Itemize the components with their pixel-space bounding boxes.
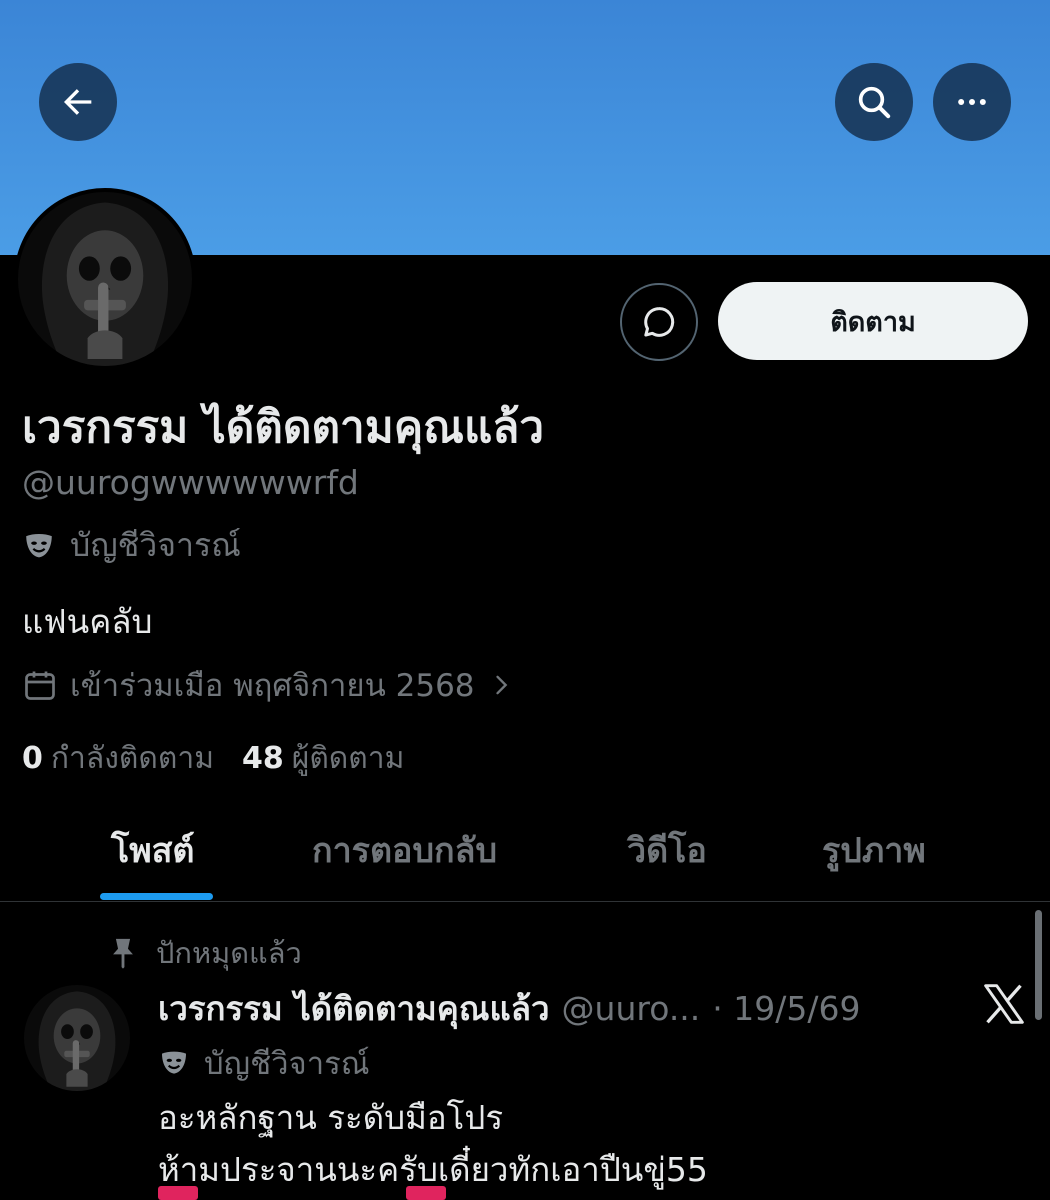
x-logo-icon[interactable] bbox=[982, 982, 1026, 1026]
tab-posts[interactable]: โพสต์ bbox=[111, 800, 195, 900]
username-handle: @uurogwwwwwwrfd bbox=[22, 463, 359, 502]
parody-mask-icon bbox=[26, 533, 52, 557]
post-author-name[interactable]: เวรกรรม ได้ติดตามคุณแล้ว bbox=[158, 982, 550, 1035]
account-label-text: บัญชีวิจารณ์ bbox=[70, 526, 241, 564]
search-icon bbox=[858, 86, 891, 119]
parody-mask-icon bbox=[162, 1051, 186, 1074]
account-label: บัญชีวิจารณ์ bbox=[22, 520, 241, 571]
joined-date[interactable]: เข้าร่วมเมือ พฤศจิกายน 2568 bbox=[22, 660, 515, 710]
following-stat[interactable]: 0 กำลังติดตาม bbox=[22, 735, 214, 782]
search-button[interactable] bbox=[835, 63, 913, 141]
pin-icon bbox=[113, 938, 133, 969]
message-button[interactable] bbox=[620, 283, 698, 361]
hooded-skull-avatar bbox=[18, 192, 192, 366]
post-date[interactable]: · 19/5/69 bbox=[712, 989, 860, 1028]
hooded-skull-avatar bbox=[24, 985, 130, 1091]
tab-videos[interactable]: วิดีโอ bbox=[627, 800, 707, 900]
followers-stat[interactable]: 48 ผู้ติดตาม bbox=[242, 735, 404, 782]
scrollbar-thumb[interactable] bbox=[1035, 910, 1042, 1020]
post-account-label-text: บัญชีวิจารณ์ bbox=[204, 1046, 370, 1082]
joined-date-text: เข้าร่วมเมือ พฤศจิกายน 2568 bbox=[70, 668, 475, 704]
more-horizontal-icon bbox=[958, 99, 986, 105]
pinned-label: ปักหมุดแล้ว bbox=[156, 936, 302, 970]
post-author-handle[interactable]: @uuro... bbox=[562, 989, 701, 1028]
post-header: เวรกรรม ได้ติดตามคุณแล้ว @uuro... · 19/5… bbox=[158, 982, 861, 1035]
display-name: เวรกรรม ได้ติดตามคุณแล้ว bbox=[22, 402, 545, 453]
more-button[interactable] bbox=[933, 63, 1011, 141]
pinned-indicator: ปักหมุดแล้ว bbox=[108, 930, 302, 976]
active-tab-indicator bbox=[100, 893, 213, 900]
arrow-left-icon bbox=[64, 89, 92, 115]
follow-stats: 0 กำลังติดตาม 48 ผู้ติดตาม bbox=[22, 735, 404, 782]
followers-count: 48 bbox=[242, 741, 284, 776]
following-label: กำลังติดตาม bbox=[50, 741, 214, 776]
post-text[interactable]: อะหลักฐาน ระดับมือโปร ห้ามประจานนะครับเด… bbox=[158, 1092, 708, 1196]
tab-replies[interactable]: การตอบกลับ bbox=[312, 800, 497, 900]
profile-avatar[interactable] bbox=[14, 188, 196, 370]
followers-label: ผู้ติดตาม bbox=[291, 741, 405, 776]
emoji-partial bbox=[406, 1186, 446, 1200]
following-count: 0 bbox=[22, 741, 43, 776]
profile-bio: แฟนคลับ bbox=[22, 602, 153, 641]
calendar-icon bbox=[25, 671, 55, 700]
follow-button[interactable]: ติดตาม bbox=[718, 282, 1028, 360]
post-account-label: บัญชีวิจารณ์ bbox=[158, 1038, 370, 1088]
message-icon bbox=[644, 307, 675, 337]
tab-photos[interactable]: รูปภาพ bbox=[822, 800, 926, 900]
chevron-right-icon bbox=[495, 675, 507, 695]
emoji-partial bbox=[158, 1186, 198, 1200]
back-button[interactable] bbox=[39, 63, 117, 141]
post-author-avatar[interactable] bbox=[24, 985, 130, 1091]
post-text-line: อะหลักฐาน ระดับมือโปร bbox=[158, 1098, 504, 1137]
profile-tabs: โพสต์ การตอบกลับ วิดีโอ รูปภาพ bbox=[0, 800, 1050, 902]
